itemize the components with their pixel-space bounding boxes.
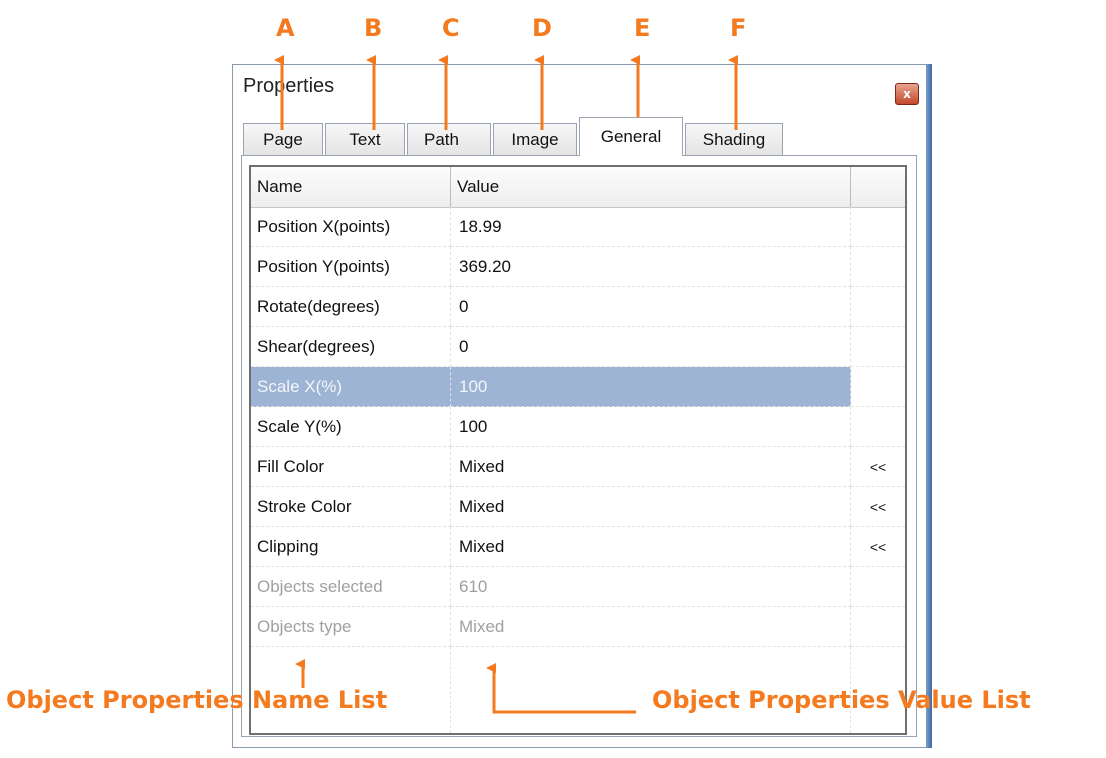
annotation-letter-e: E: [634, 14, 651, 42]
expand-button[interactable]: <<: [851, 447, 905, 487]
tab-general[interactable]: General: [579, 117, 683, 156]
property-name: Position Y(points): [251, 247, 451, 287]
property-name: Clipping: [251, 527, 451, 567]
property-name: Fill Color: [251, 447, 451, 487]
property-extra: [851, 607, 905, 647]
property-name: Scale X(%): [251, 367, 451, 407]
column-header-extra: [851, 167, 905, 207]
title-bar: Properties x: [233, 65, 925, 111]
expand-button[interactable]: <<: [851, 487, 905, 527]
property-row[interactable]: Clipping Mixed <<: [251, 527, 905, 567]
property-extra: [851, 207, 905, 247]
property-name: Position X(points): [251, 207, 451, 247]
property-value[interactable]: 369.20: [451, 247, 851, 287]
properties-grid: Name Value Position X(points) 18.99 Posi…: [249, 165, 907, 735]
property-value: 610: [451, 567, 851, 607]
property-name: Objects selected: [251, 567, 451, 607]
property-name: Shear(degrees): [251, 327, 451, 367]
annotation-letter-a: A: [276, 14, 295, 42]
property-extra: [851, 407, 905, 447]
property-row[interactable]: Shear(degrees) 0: [251, 327, 905, 367]
tab-image[interactable]: Image: [493, 123, 577, 155]
properties-window: Properties x Page Text Path Image Genera…: [232, 64, 932, 748]
property-name: Objects type: [251, 607, 451, 647]
close-button[interactable]: x: [895, 83, 919, 105]
tab-shading[interactable]: Shading: [685, 123, 783, 155]
property-row-readonly: Objects selected 610: [251, 567, 905, 607]
property-extra: [851, 567, 905, 607]
annotation-letter-b: B: [364, 14, 383, 42]
property-value[interactable]: 0: [451, 327, 851, 367]
property-extra: [851, 367, 905, 407]
property-row-selected[interactable]: Scale X(%) 100: [251, 367, 905, 407]
property-row[interactable]: Position X(points) 18.99: [251, 207, 905, 247]
property-name: Scale Y(%): [251, 407, 451, 447]
property-row-readonly: Objects type Mixed: [251, 607, 905, 647]
annotation-value-list-label: Object Properties Value List: [652, 686, 1031, 714]
tab-path[interactable]: Path: [407, 123, 491, 155]
property-extra: [851, 247, 905, 287]
property-value[interactable]: Mixed: [451, 487, 851, 527]
grid-header: Name Value: [251, 167, 905, 208]
annotation-name-list-label: Object Properties Name List: [6, 686, 388, 714]
annotation-letter-c: C: [442, 14, 460, 42]
expand-button[interactable]: <<: [851, 527, 905, 567]
property-name: Stroke Color: [251, 487, 451, 527]
window-frame-edge: [926, 64, 932, 748]
column-header-value[interactable]: Value: [451, 167, 851, 207]
property-extra: [851, 287, 905, 327]
property-value[interactable]: 100: [451, 367, 851, 407]
property-value[interactable]: Mixed: [451, 527, 851, 567]
property-extra: [851, 327, 905, 367]
property-name: Rotate(degrees): [251, 287, 451, 327]
annotation-letter-f: F: [730, 14, 747, 42]
tab-strip: Page Text Path Image General Shading: [243, 117, 923, 157]
tab-page[interactable]: Page: [243, 123, 323, 155]
property-row[interactable]: Stroke Color Mixed <<: [251, 487, 905, 527]
column-header-name[interactable]: Name: [251, 167, 451, 207]
property-value[interactable]: 18.99: [451, 207, 851, 247]
property-row[interactable]: Scale Y(%) 100: [251, 407, 905, 447]
tab-text[interactable]: Text: [325, 123, 405, 155]
close-icon: x: [903, 87, 911, 101]
property-row[interactable]: Rotate(degrees) 0: [251, 287, 905, 327]
window-title: Properties: [243, 75, 335, 97]
property-value[interactable]: 100: [451, 407, 851, 447]
property-row[interactable]: Position Y(points) 369.20: [251, 247, 905, 287]
annotation-letter-d: D: [532, 14, 552, 42]
property-value[interactable]: Mixed: [451, 447, 851, 487]
property-value: Mixed: [451, 607, 851, 647]
property-value[interactable]: 0: [451, 287, 851, 327]
property-row[interactable]: Fill Color Mixed <<: [251, 447, 905, 487]
